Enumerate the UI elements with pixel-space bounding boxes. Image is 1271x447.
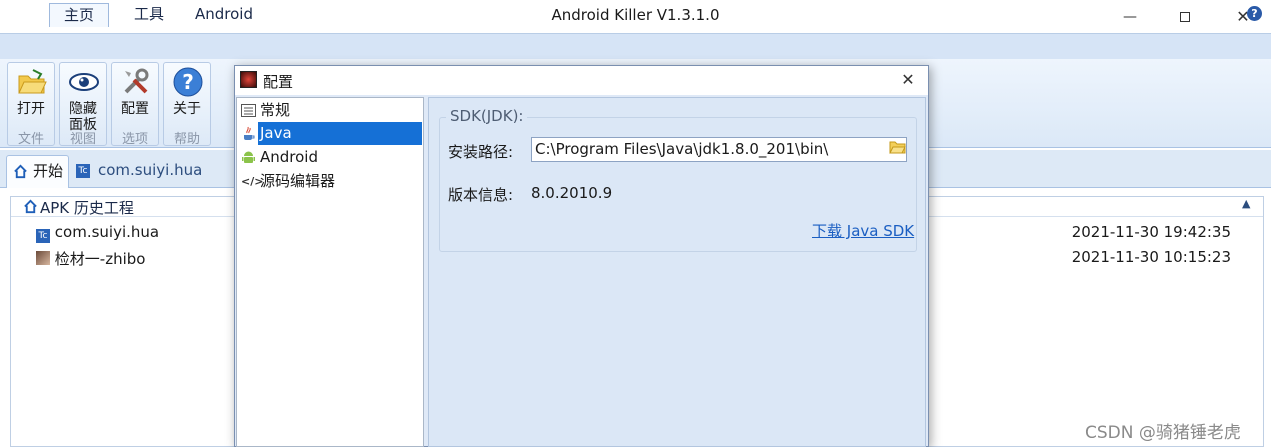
dialog-title-bar (235, 66, 928, 95)
history-row-time: 2021-11-30 19:42:35 (1071, 223, 1231, 241)
tree-item-label: Java (258, 122, 422, 145)
tab-start-label: 开始 (33, 162, 64, 180)
maximize-icon (1180, 11, 1190, 22)
group-help: 帮助 (173, 132, 200, 147)
app-icon (36, 251, 50, 265)
history-row-time: 2021-11-30 10:15:23 (1071, 248, 1231, 266)
history-row[interactable]: Tc com.suiyi.hua (36, 223, 159, 243)
home-icon (14, 164, 27, 179)
about-label: 关于 (173, 101, 201, 117)
dialog-app-icon (240, 71, 257, 88)
folder-open-icon (18, 69, 47, 94)
android-icon (242, 151, 255, 163)
history-title: APK 历史工程 (40, 199, 134, 217)
history-row-name: com.suiyi.hua (54, 223, 160, 241)
maximize-button[interactable] (1162, 0, 1208, 33)
install-path-label: 安装路径: (448, 143, 514, 161)
tab-start[interactable]: 开始 (6, 155, 69, 188)
ribbon-tab-bar (0, 33, 1271, 60)
tab-package[interactable]: Tc com.suiyi.hua (76, 155, 226, 188)
install-path-input[interactable]: C:\Program Files\Java\jdk1.8.0_201\bin\ (531, 137, 907, 162)
history-row[interactable]: 检材一-zhibo (36, 248, 145, 269)
collapse-icon[interactable]: ▲ (1242, 197, 1250, 210)
download-java-sdk-link[interactable]: 下载 Java SDK (812, 220, 914, 241)
tree-item-android[interactable]: Android (241, 146, 423, 169)
question-icon: ? (173, 67, 203, 97)
group-view: 视图 (69, 132, 96, 147)
tab-android[interactable]: Android (181, 3, 267, 27)
tree-item-label: Android (260, 148, 318, 166)
group-file: 文件 (17, 132, 44, 147)
history-home-icon (24, 199, 37, 214)
minimize-icon: — (1123, 8, 1137, 25)
dialog-close-button[interactable]: ✕ (898, 70, 918, 90)
version-label: 版本信息: (448, 186, 514, 204)
sdk-legend: SDK(JDK): (446, 107, 528, 125)
tools-icon (124, 68, 149, 94)
tab-tools[interactable]: 工具 (120, 3, 178, 27)
config-label: 配置 (121, 101, 149, 117)
minimize-button[interactable]: — (1107, 0, 1153, 33)
svg-text:?: ? (182, 70, 194, 94)
help-icon[interactable]: ? (1247, 6, 1262, 21)
history-row-name: 检材一-zhibo (54, 250, 146, 268)
tree-item-label: 源码编辑器 (260, 172, 336, 190)
tree-item-label: 常规 (260, 101, 291, 119)
dialog-title: 配置 (263, 73, 294, 91)
tree-item-java[interactable]: Java (241, 122, 423, 145)
tree-item-code-editor[interactable]: </> 源码编辑器 (241, 170, 423, 193)
tree-item-general[interactable]: 常规 (241, 99, 423, 122)
code-icon: </> (241, 175, 264, 188)
open-label: 打开 (17, 101, 45, 117)
eye-icon (69, 73, 99, 91)
package-icon: Tc (76, 164, 90, 178)
tab-package-label: com.suiyi.hua (98, 161, 203, 179)
group-options: 选项 (121, 132, 148, 147)
close-icon: ✕ (901, 70, 915, 89)
java-icon (244, 126, 255, 140)
package-icon: Tc (36, 229, 50, 243)
list-icon (241, 104, 256, 117)
version-value: 8.0.2010.9 (531, 184, 613, 202)
watermark: CSDN @骑猪锤老虎 (1085, 423, 1241, 443)
tab-home[interactable]: 主页 (49, 3, 110, 27)
browse-folder-icon[interactable] (889, 140, 906, 154)
